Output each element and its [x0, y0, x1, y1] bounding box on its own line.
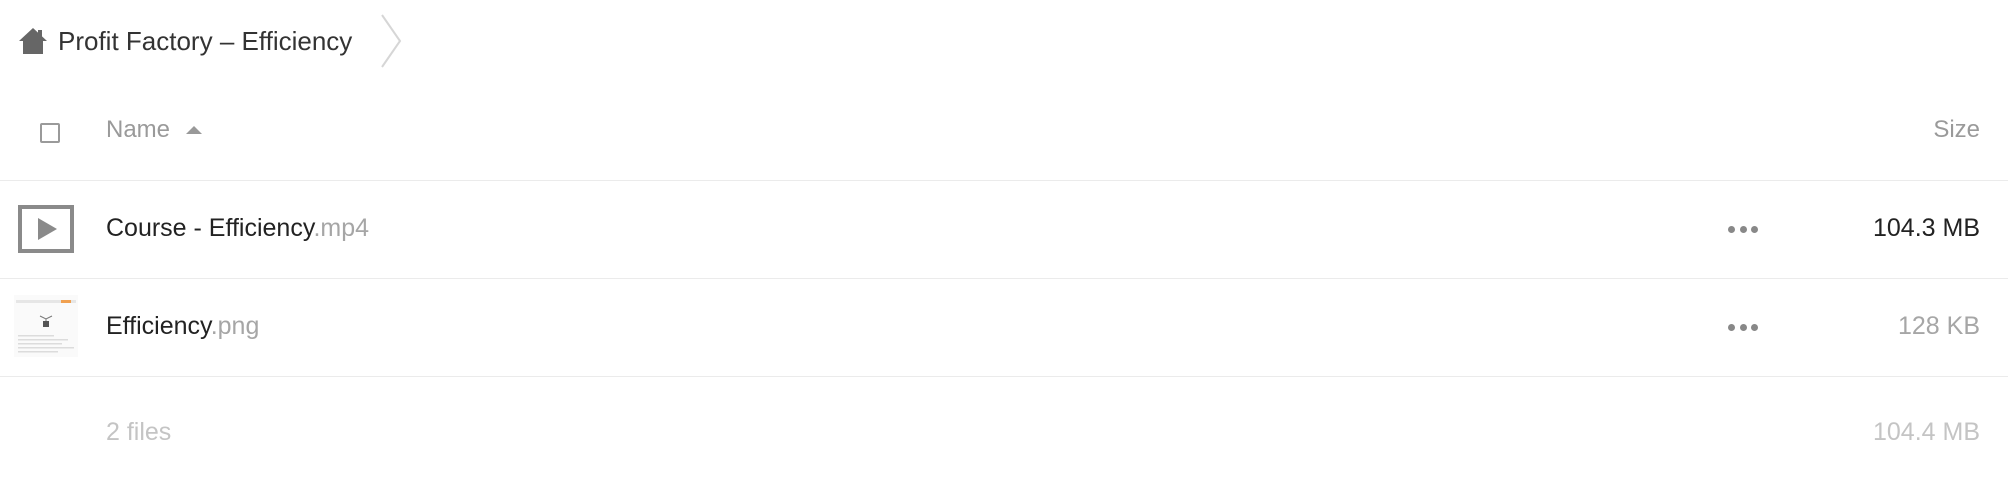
file-size: 128 KB: [1897, 312, 1980, 340]
name-column-header[interactable]: Name: [106, 116, 203, 144]
more-icon-dot: [1751, 225, 1758, 233]
table-summary: 2 files 104.4 MB: [0, 418, 2008, 458]
file-basename: Efficiency: [106, 312, 211, 340]
file-basename: Course - Efficiency: [106, 214, 314, 242]
sort-ascending-icon[interactable]: [186, 126, 203, 134]
files-page: Profit Factory – Efficiency Name Size Co…: [0, 0, 2008, 503]
table-row[interactable]: Course - Efficiency.mp4 104.3 MB: [0, 181, 2008, 279]
table-header: Name Size: [0, 88, 2008, 181]
more-icon: [1728, 323, 1735, 331]
size-column-header[interactable]: Size: [1933, 116, 1980, 144]
file-name[interactable]: Efficiency.png: [106, 312, 259, 341]
file-extension: .mp4: [313, 214, 370, 242]
more-icon-dot: [1739, 225, 1747, 233]
select-all-checkbox[interactable]: [40, 123, 60, 143]
file-extension: .png: [210, 312, 260, 340]
more-actions-button[interactable]: [1728, 317, 1758, 337]
more-icon-dot: [1739, 323, 1747, 331]
chevron-right-icon: [380, 13, 402, 69]
file-size: 104.3 MB: [1872, 214, 1980, 242]
breadcrumb: Profit Factory – Efficiency: [18, 13, 402, 69]
more-actions-button[interactable]: [1728, 219, 1758, 239]
image-thumbnail[interactable]: [14, 295, 78, 357]
more-icon: [1728, 225, 1735, 233]
summary-total-size: 104.4 MB: [1872, 418, 1980, 446]
home-icon[interactable]: [18, 26, 48, 56]
more-icon-dot: [1751, 323, 1758, 331]
summary-file-count: 2 files: [106, 418, 172, 446]
file-name[interactable]: Course - Efficiency.mp4: [106, 214, 369, 243]
video-file-icon[interactable]: [14, 203, 78, 255]
breadcrumb-current-folder[interactable]: Profit Factory – Efficiency: [58, 26, 352, 57]
name-column-label: Name: [106, 116, 171, 143]
table-row[interactable]: Efficiency.png 128 KB: [0, 279, 2008, 377]
